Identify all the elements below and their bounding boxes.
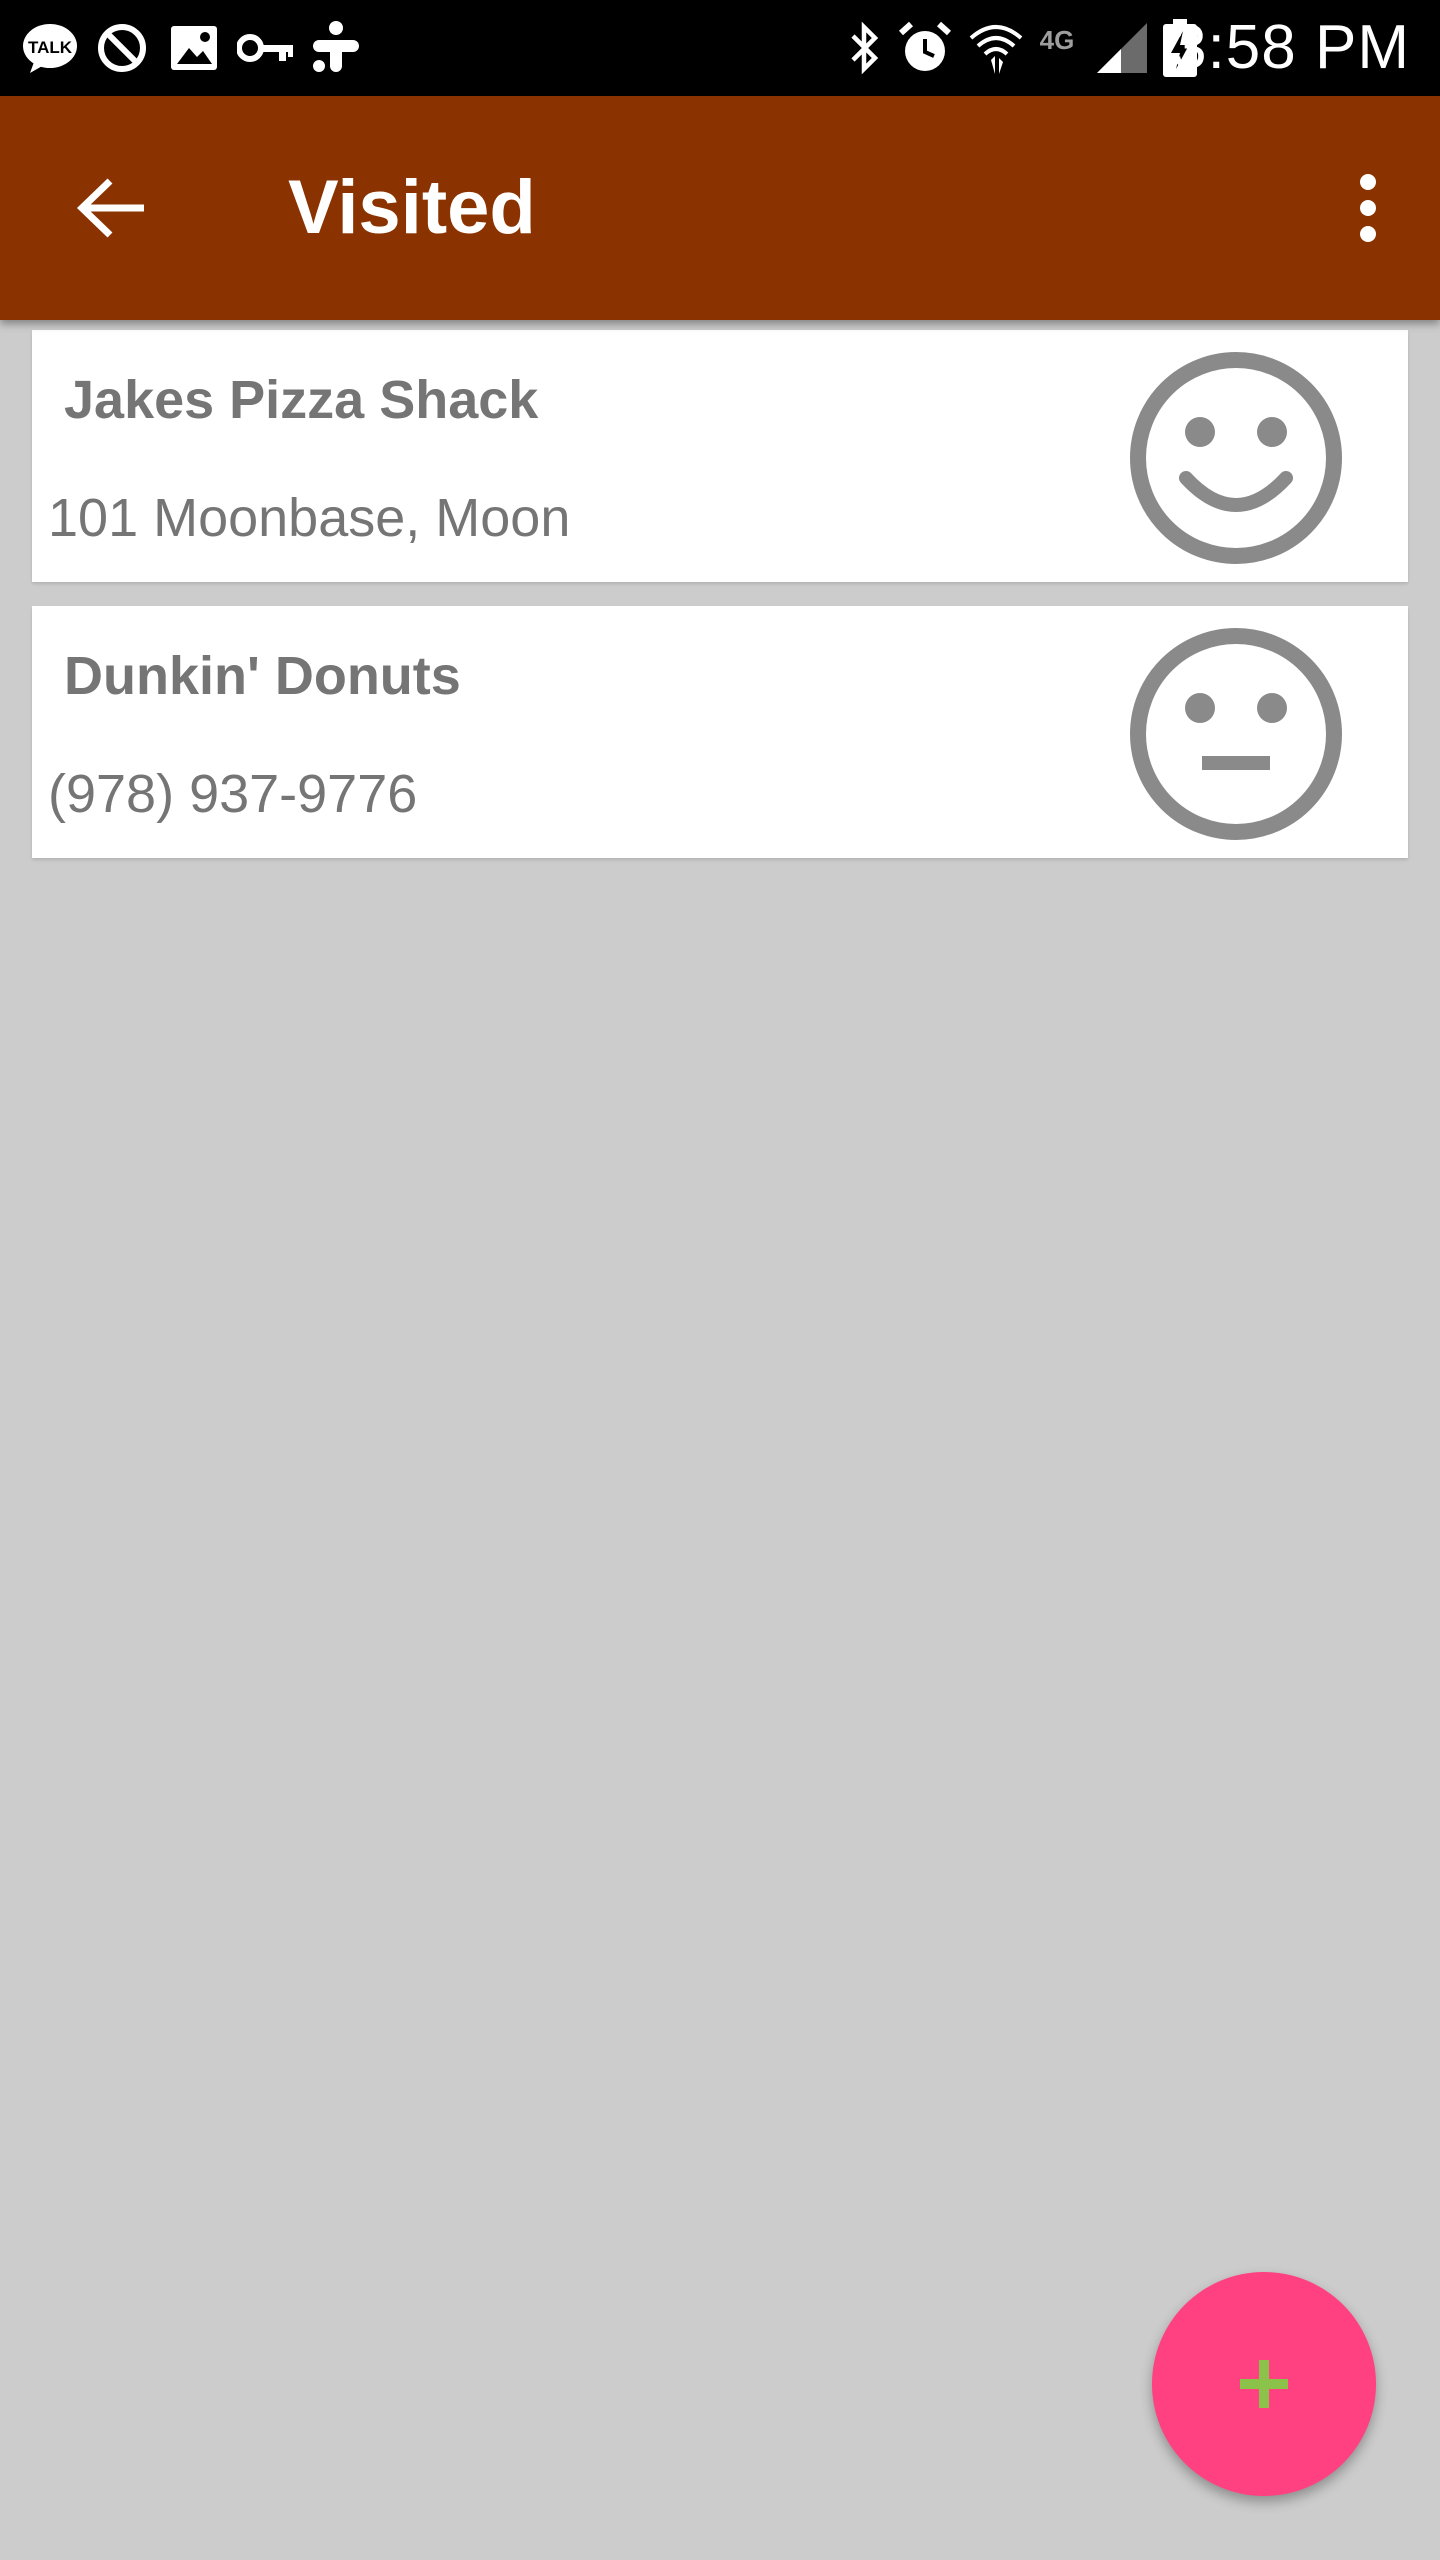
status-time: 3:58 PM	[1172, 13, 1410, 82]
image-icon	[166, 18, 222, 78]
happy-face-icon	[1130, 352, 1342, 564]
screen: TALK 4G 3:58 PM Visited Jakes Pizza Shac…	[0, 0, 1440, 2560]
plus-cluster-icon	[308, 18, 364, 78]
visited-list: Jakes Pizza Shack 101 Moonbase, Moon Dun…	[32, 330, 1408, 882]
do-not-disturb-icon	[94, 18, 150, 78]
place-name: Jakes Pizza Shack	[64, 370, 539, 430]
add-icon	[1240, 2360, 1288, 2408]
signal-icon	[1094, 18, 1150, 78]
neutral-face-icon	[1130, 628, 1342, 840]
back-button[interactable]	[48, 136, 176, 280]
more-vert-icon	[1360, 174, 1376, 242]
place-address: 101 Moonbase, Moon	[48, 488, 571, 548]
key-icon	[236, 18, 296, 78]
wifi-icon	[966, 18, 1026, 78]
place-name: Dunkin' Donuts	[64, 646, 461, 706]
list-item[interactable]: Dunkin' Donuts (978) 937-9776	[32, 606, 1408, 858]
list-item[interactable]: Jakes Pizza Shack 101 Moonbase, Moon	[32, 330, 1408, 582]
place-phone: (978) 937-9776	[48, 764, 418, 824]
talk-icon: TALK	[22, 18, 78, 78]
network-4g-icon: 4G	[1030, 18, 1084, 78]
arrow-back-icon	[76, 178, 144, 238]
more-options-button[interactable]	[1316, 136, 1420, 280]
alarm-icon	[896, 18, 954, 78]
page-title: Visited	[288, 165, 536, 250]
app-bar: Visited	[0, 96, 1440, 320]
status-bar: TALK 4G 3:58 PM	[0, 0, 1440, 96]
add-place-button[interactable]	[1152, 2272, 1376, 2496]
network-type-label: 4G	[1039, 25, 1075, 55]
svg-text:TALK: TALK	[28, 38, 73, 57]
bluetooth-icon	[842, 18, 888, 78]
